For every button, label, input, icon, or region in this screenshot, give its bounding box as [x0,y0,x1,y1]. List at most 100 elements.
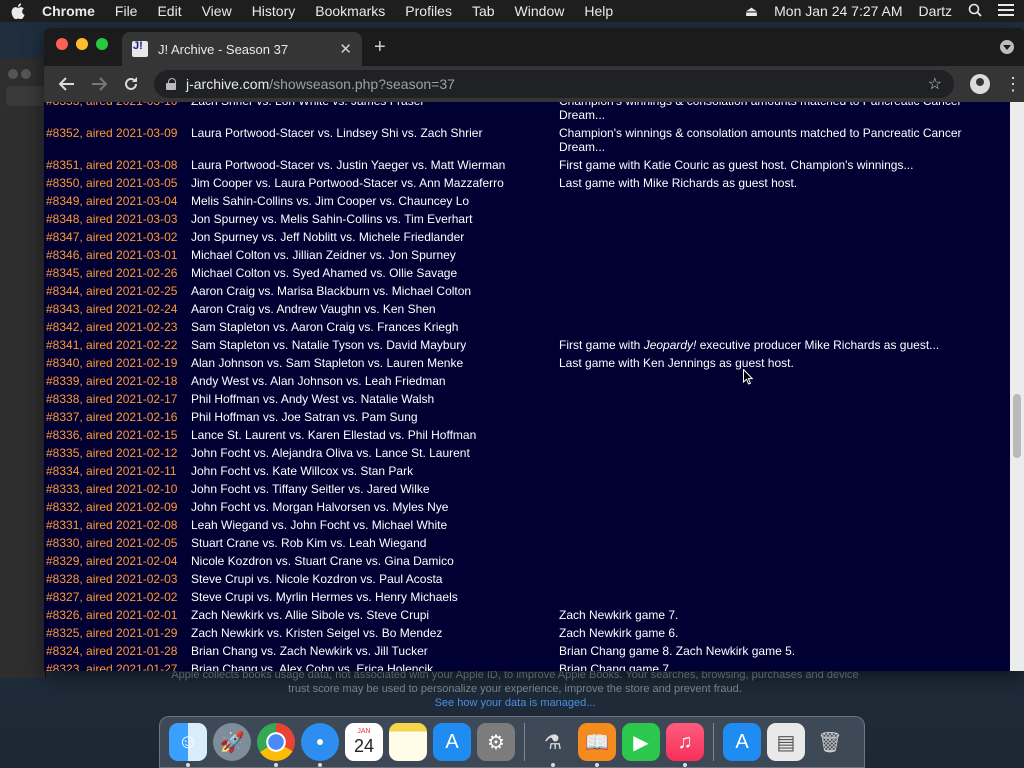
data-managed-link[interactable]: See how your data is managed... [170,696,860,710]
page-scrollbar[interactable] [1010,102,1024,671]
system-preferences-gear-icon[interactable]: ⚙ [477,723,515,761]
dock-separator [524,723,525,761]
episode-comment [559,410,974,428]
episode-contestants: Melis Sahin-Collins vs. Jim Cooper vs. C… [191,194,470,208]
episode-row: #8334, aired 2021-02-11 John Focht vs. Ka… [46,464,974,482]
menu-window[interactable]: Window [515,3,565,19]
launchpad-rocket-icon[interactable]: 🚀 [213,723,251,761]
episode-row: #8345, aired 2021-02-26 Michael Colton vs… [46,266,974,284]
finder-icon[interactable]: ☺ [169,723,207,767]
episode-comment: Last game with Ken Jennings as guest hos… [559,356,794,370]
episode-comment [559,392,974,410]
episode-id-link[interactable]: #8338, aired 2021-02-17 [46,392,191,410]
episode-row: #8348, aired 2021-03-03 Jon Spurney vs. M… [46,212,974,230]
app-store-download-icon[interactable]: A [723,723,761,761]
episode-id-link[interactable]: #8341, aired 2021-02-22 [46,338,191,356]
menu-user[interactable]: Dartz [919,3,952,19]
episode-id-link[interactable]: #8336, aired 2021-02-15 [46,428,191,446]
episode-id-link[interactable]: #8332, aired 2021-02-09 [46,500,191,518]
episode-row: #8353, aired 2021-03-10Zach Shrier vs. L… [46,102,974,126]
background-window[interactable] [0,58,46,678]
episode-id-link[interactable]: #8324, aired 2021-01-28 [46,644,191,662]
episode-id-link[interactable]: #8328, aired 2021-02-03 [46,572,191,590]
episode-row: #8338, aired 2021-02-17 Phil Hoffman vs. … [46,392,974,410]
episode-id-link[interactable]: #8331, aired 2021-02-08 [46,518,191,536]
calendar-icon[interactable]: JAN 24 [345,723,383,761]
menu-help[interactable]: Help [584,3,613,19]
facetime-camera-icon[interactable]: ▶ [622,723,660,761]
episode-id-link[interactable]: #8337, aired 2021-02-16 [46,410,191,428]
episode-contestants: Laura Portwood-Stacer vs. Lindsey Shi vs… [191,126,483,140]
menu-history[interactable]: History [252,3,296,19]
spotlight-search-icon[interactable] [968,3,982,20]
episode-comment [559,212,974,230]
episode-row: #8347, aired 2021-03-02 Jon Spurney vs. J… [46,230,974,248]
books-icon[interactable]: 📖 [578,723,616,767]
episode-contestants: Phil Hoffman vs. Joe Satran vs. Pam Sung [191,410,418,424]
menu-file[interactable]: File [115,3,138,19]
menu-clock[interactable]: Mon Jan 24 7:27 AM [774,3,902,19]
safari-compass-icon[interactable] [301,723,339,767]
episode-row: #8339, aired 2021-02-18 Andy West vs. Ala… [46,374,974,392]
mouse-cursor-icon [743,369,753,385]
episode-id-link[interactable]: #8339, aired 2021-02-18 [46,374,191,392]
menu-bookmarks[interactable]: Bookmarks [315,3,385,19]
menu-edit[interactable]: Edit [157,3,181,19]
page-content[interactable]: #8353, aired 2021-03-10Zach Shrier vs. L… [44,102,1010,671]
episode-row: #8329, aired 2021-02-04 Nicole Kozdron vs… [46,554,974,572]
eject-icon[interactable]: ⏏ [745,3,758,20]
episode-comment [559,428,974,446]
episode-contestants: Andy West vs. Alan Johnson vs. Leah Frie… [191,374,446,388]
episode-id-link[interactable]: #8353, aired 2021-03-10 [46,102,191,126]
episode-contestants: Aaron Craig vs. Andrew Vaughn vs. Ken Sh… [191,302,436,316]
episode-id-link[interactable]: #8334, aired 2021-02-11 [46,464,191,482]
episode-comment: First game with Katie Couric as guest ho… [559,158,914,172]
episode-row: #8324, aired 2021-01-28 Brian Chang vs. Z… [46,644,974,662]
episode-id-link[interactable]: #8345, aired 2021-02-26 [46,266,191,284]
app-store-icon[interactable]: A [433,723,471,761]
episode-id-link[interactable]: #8343, aired 2021-02-24 [46,302,191,320]
episode-comment: First game with Jeopardy! executive prod… [559,338,940,352]
episode-comment [559,518,974,536]
episode-id-link[interactable]: #8325, aired 2021-01-29 [46,626,191,644]
episode-table: #8353, aired 2021-03-10Zach Shrier vs. L… [46,102,974,671]
episode-id-link[interactable]: #8326, aired 2021-02-01 [46,608,191,626]
apple-menu-icon[interactable] [10,3,26,19]
episode-id-link[interactable]: #8340, aired 2021-02-19 [46,356,191,374]
music-note-icon[interactable]: ♫ [666,723,704,767]
episode-id-link[interactable]: #8327, aired 2021-02-02 [46,590,191,608]
episode-id-link[interactable]: #8333, aired 2021-02-10 [46,482,191,500]
episode-row: #8343, aired 2021-02-24 Aaron Craig vs. A… [46,302,974,320]
notes-icon[interactable] [389,723,427,761]
menu-tab[interactable]: Tab [472,3,495,19]
episode-id-link[interactable]: #8348, aired 2021-03-03 [46,212,191,230]
trash-icon[interactable]: 🗑 [811,723,849,761]
episode-comment: Brian Chang game 7. [559,662,673,671]
chrome-icon[interactable] [257,723,295,767]
episode-id-link[interactable]: #8344, aired 2021-02-25 [46,284,191,302]
episode-id-link[interactable]: #8352, aired 2021-03-09 [46,126,191,158]
episode-id-link[interactable]: #8330, aired 2021-02-05 [46,536,191,554]
episode-id-link[interactable]: #8329, aired 2021-02-04 [46,554,191,572]
instruments-icon[interactable]: ⚗ [534,723,572,767]
episode-id-link[interactable]: #8351, aired 2021-03-08 [46,158,191,176]
episode-row: #8346, aired 2021-03-01 Michael Colton vs… [46,248,974,266]
episode-id-link[interactable]: #8346, aired 2021-03-01 [46,248,191,266]
episode-comment [559,464,974,482]
document-file-icon[interactable]: ▤ [767,723,805,761]
episode-contestants: Jon Spurney vs. Jeff Noblitt vs. Michele… [191,230,465,244]
episode-id-link[interactable]: #8342, aired 2021-02-23 [46,320,191,338]
episode-row: #8326, aired 2021-02-01 Zach Newkirk vs. … [46,608,974,626]
calendar-month: JAN [357,727,371,735]
episode-row: #8327, aired 2021-02-02 Steve Crupi vs. M… [46,590,974,608]
control-center-icon[interactable] [998,3,1014,19]
scrollbar-thumb[interactable] [1013,394,1021,458]
menu-app-name[interactable]: Chrome [42,3,95,19]
menu-view[interactable]: View [202,3,232,19]
episode-id-link[interactable]: #8350, aired 2021-03-05 [46,176,191,194]
episode-id-link[interactable]: #8323, aired 2021-01-27 [46,662,191,671]
episode-id-link[interactable]: #8349, aired 2021-03-04 [46,194,191,212]
episode-id-link[interactable]: #8347, aired 2021-03-02 [46,230,191,248]
episode-id-link[interactable]: #8335, aired 2021-02-12 [46,446,191,464]
menu-profiles[interactable]: Profiles [405,3,452,19]
